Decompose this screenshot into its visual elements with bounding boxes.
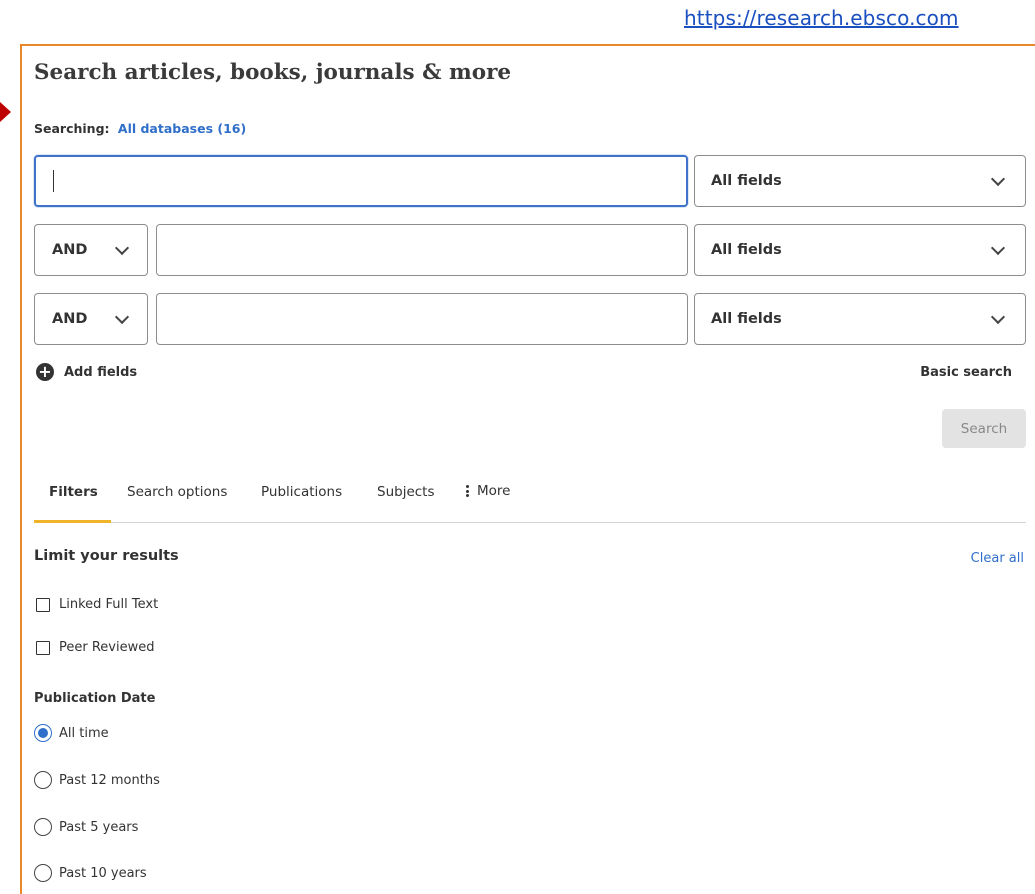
add-fields-label: Add fields bbox=[64, 364, 138, 380]
boolean-select-2[interactable]: AND bbox=[34, 224, 148, 276]
tab-more[interactable]: More bbox=[466, 483, 510, 499]
searching-line: Searching: All databases (16) bbox=[34, 121, 246, 136]
kebab-menu-icon bbox=[466, 484, 469, 499]
publication-date-heading: Publication Date bbox=[34, 691, 156, 706]
search-input-1[interactable] bbox=[34, 155, 688, 207]
radio-selected-icon[interactable] bbox=[34, 724, 52, 742]
source-url-link[interactable]: https://research.ebsco.com bbox=[684, 6, 959, 30]
boolean-select-3[interactable]: AND bbox=[34, 293, 148, 345]
tab-more-label: More bbox=[477, 483, 511, 499]
search-button[interactable]: Search bbox=[942, 409, 1026, 448]
page-title: Search articles, books, journals & more bbox=[34, 60, 512, 85]
pointer-arrow-icon bbox=[0, 102, 11, 122]
field-select-3[interactable]: All fields bbox=[694, 293, 1026, 345]
checkbox-box[interactable] bbox=[36, 640, 50, 655]
checkbox-label: Peer Reviewed bbox=[59, 640, 155, 655]
clear-all-link[interactable]: Clear all bbox=[971, 551, 1024, 566]
radio-icon[interactable] bbox=[34, 864, 52, 882]
radio-label: Past 12 months bbox=[59, 772, 160, 788]
checkbox-label: Linked Full Text bbox=[59, 597, 159, 612]
date-option-past-5-years[interactable]: Past 5 years bbox=[34, 818, 138, 836]
add-fields-button[interactable]: + Add fields bbox=[36, 363, 137, 381]
tab-subjects[interactable]: Subjects bbox=[377, 484, 435, 500]
radio-icon[interactable] bbox=[34, 771, 52, 789]
searching-label: Searching: bbox=[34, 121, 110, 136]
search-input-2[interactable] bbox=[156, 224, 688, 276]
date-option-all-time[interactable]: All time bbox=[34, 724, 109, 742]
linked-full-text-checkbox[interactable]: Linked Full Text bbox=[36, 597, 158, 612]
radio-icon[interactable] bbox=[34, 818, 52, 836]
plus-circle-icon: + bbox=[36, 363, 54, 381]
checkbox-box[interactable] bbox=[36, 597, 50, 612]
search-input-3[interactable] bbox=[156, 293, 688, 345]
peer-reviewed-checkbox[interactable]: Peer Reviewed bbox=[36, 640, 154, 655]
limit-results-heading: Limit your results bbox=[34, 548, 179, 564]
field-select-label: All fields bbox=[711, 173, 782, 189]
tab-bar: Filters Search options Publications Subj… bbox=[34, 470, 1026, 523]
databases-link[interactable]: All databases (16) bbox=[118, 121, 246, 136]
field-select-label: All fields bbox=[711, 242, 782, 258]
date-option-past-12-months[interactable]: Past 12 months bbox=[34, 771, 160, 789]
boolean-select-label: AND bbox=[52, 242, 88, 258]
chevron-down-icon bbox=[990, 309, 1006, 325]
field-select-1[interactable]: All fields bbox=[694, 155, 1026, 207]
basic-search-link[interactable]: Basic search bbox=[920, 365, 1012, 380]
field-select-2[interactable]: All fields bbox=[694, 224, 1026, 276]
field-select-label: All fields bbox=[711, 311, 782, 327]
chevron-down-icon bbox=[990, 171, 1006, 187]
tab-publications[interactable]: Publications bbox=[261, 484, 342, 500]
radio-label: Past 5 years bbox=[59, 819, 139, 835]
chevron-down-icon bbox=[114, 309, 130, 325]
chevron-down-icon bbox=[990, 240, 1006, 256]
tab-filters[interactable]: Filters bbox=[49, 484, 98, 500]
chevron-down-icon bbox=[114, 240, 130, 256]
tab-search-options[interactable]: Search options bbox=[127, 484, 227, 500]
active-tab-indicator bbox=[34, 520, 111, 523]
radio-label: Past 10 years bbox=[59, 865, 147, 881]
text-caret bbox=[53, 170, 54, 192]
boolean-select-label: AND bbox=[52, 311, 88, 327]
radio-label: All time bbox=[59, 725, 109, 741]
date-option-past-10-years[interactable]: Past 10 years bbox=[34, 864, 147, 882]
